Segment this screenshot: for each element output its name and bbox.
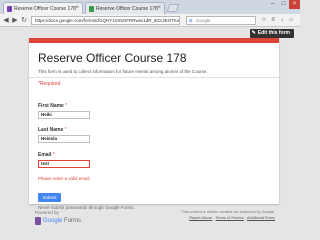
first-name-label-text: First Name [38,103,64,109]
tab-bar: Reserve Officer Course 178 × Reserve Off… [0,0,300,14]
star-icon[interactable]: ☆ [260,17,268,24]
email-label-text: Email [38,152,52,158]
logo-wordmark: Google Forms [43,218,81,224]
terms-of-service-link[interactable]: Terms of Service [216,216,244,220]
edit-form-label: Edit this form [257,30,290,36]
form-footer: Powered by Google Forms This content is … [29,208,279,238]
required-note: *Required [38,81,61,87]
forms-logo-icon [35,217,41,225]
window-close-icon[interactable]: × [289,0,300,9]
form-description: This form is used to collect information… [38,69,208,74]
form-title: Reserve Officer Course 178 [38,51,187,65]
pencil-icon: ✎ [251,30,256,36]
tab-label: Reserve Officer Course 178 [96,6,158,12]
window-controls: – □ × [267,0,300,10]
footer-links: Report Abuse - Terms of Service - Additi… [189,216,275,220]
email-error-message: Please enter a valid email [38,176,90,181]
first-name-field[interactable]: Heiki [38,111,90,119]
email-label: Email * [38,152,55,158]
edit-form-button[interactable]: ✎ Edit this form [249,29,294,38]
first-name-label: First Name * [38,103,67,109]
additional-terms-link[interactable]: Additional Terms [247,216,275,220]
browser-tab[interactable]: Reserve Officer Course 178 × [85,2,165,14]
submit-button[interactable]: Submit [38,193,61,202]
browser-toolbar: ◀ ▶ ↻ https://docs.google.com/forms/d/1Q… [0,14,300,27]
bookmarks-icon[interactable]: ≡ [269,17,277,24]
required-star: * [52,152,55,158]
email-field[interactable]: test [38,160,90,168]
address-bar[interactable]: https://docs.google.com/forms/d/1QHY1nS5… [31,16,180,25]
minimize-icon[interactable]: – [267,0,278,9]
page-content: ✎ Edit this form Reserve Officer Course … [0,28,300,239]
search-placeholder: Google [196,18,211,23]
report-abuse-link[interactable]: Report Abuse [189,216,212,220]
tab-close-icon[interactable]: × [157,5,161,11]
forward-icon[interactable]: ▶ [11,16,19,25]
back-icon[interactable]: ◀ [2,16,10,25]
forms-favicon-icon [89,6,94,12]
download-icon[interactable]: ↓ [278,17,286,24]
tab-label: Reserve Officer Course 178 [14,6,76,12]
last-name-label-text: Last Name [38,127,64,133]
logo-brand: Google [43,218,63,224]
new-tab-button[interactable] [166,4,180,12]
reload-icon[interactable]: ↻ [20,16,28,25]
disclaimer: This content is neither created nor endo… [181,210,275,214]
maximize-icon[interactable]: □ [278,0,289,9]
browser-tab-active[interactable]: Reserve Officer Course 178 × [3,2,83,14]
required-star: * [64,127,67,133]
powered-by: Powered by [35,210,59,215]
logo-product: Forms [64,218,82,224]
divider [29,77,279,78]
last-name-label: Last Name * [38,127,67,133]
required-star: * [65,103,68,109]
home-icon[interactable]: ⌂ [287,17,295,24]
form-card: Reserve Officer Course 178 This form is … [29,38,279,210]
search-input[interactable]: G Google [186,16,256,25]
last-name-field[interactable]: Heisola [38,135,90,143]
forms-favicon-icon [7,6,12,12]
tab-close-icon[interactable]: × [75,5,79,11]
google-forms-logo[interactable]: Google Forms [35,217,81,225]
google-search-icon: G [189,18,193,23]
